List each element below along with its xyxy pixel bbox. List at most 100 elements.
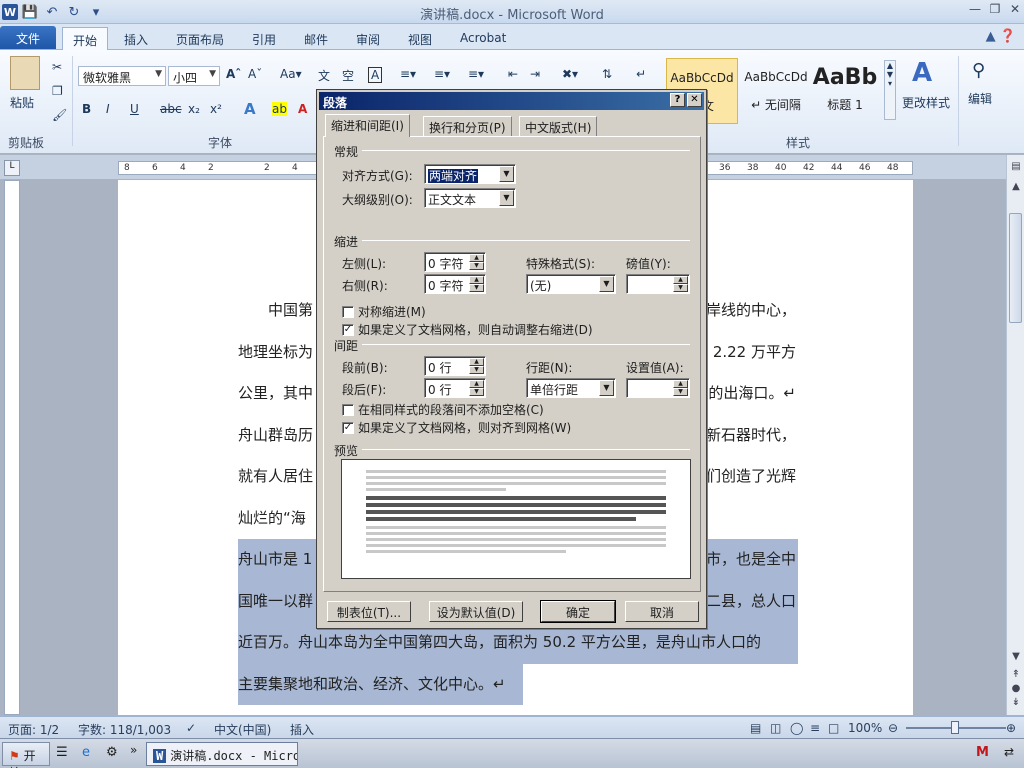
ok-button[interactable]: 确定 bbox=[540, 600, 616, 623]
increase-indent-icon[interactable]: ⇥ bbox=[530, 67, 540, 81]
tab-review[interactable]: 审阅 bbox=[346, 27, 390, 50]
print-layout-icon[interactable]: ▤ bbox=[750, 721, 761, 735]
cancel-button[interactable]: 取消 bbox=[625, 601, 699, 622]
spin-up-icon[interactable]: ▲ bbox=[469, 254, 484, 262]
font-size-combo[interactable]: 小四 ▼ bbox=[168, 66, 220, 86]
restore-icon[interactable]: ❐ bbox=[988, 2, 1002, 18]
text-effects-icon[interactable]: A bbox=[244, 100, 256, 118]
at-spinner[interactable]: ▲ ▼ bbox=[626, 378, 690, 398]
change-styles-icon[interactable]: A bbox=[912, 58, 932, 88]
tab-mailings[interactable]: 邮件 bbox=[294, 27, 338, 50]
italic-icon[interactable]: I bbox=[106, 102, 110, 116]
tab-asian-typography[interactable]: 中文版式(H) bbox=[519, 116, 598, 136]
special-select[interactable]: (无) ▼ bbox=[526, 274, 616, 294]
paste-button[interactable]: 粘贴 bbox=[10, 94, 34, 111]
checkbox-box[interactable]: ✓ bbox=[342, 323, 354, 336]
outline-view-icon[interactable]: ≡ bbox=[810, 721, 820, 735]
underline-icon[interactable]: U bbox=[130, 102, 139, 116]
shrink-font-icon[interactable]: Aˇ bbox=[248, 67, 262, 81]
chevron-down-icon[interactable]: ▼ bbox=[499, 190, 514, 206]
zoom-slider-knob[interactable] bbox=[951, 721, 959, 734]
spin-down-icon[interactable]: ▼ bbox=[469, 262, 484, 270]
tab-references[interactable]: 引用 bbox=[242, 27, 286, 50]
word-count[interactable]: 字数: 118/1,003 bbox=[78, 721, 171, 738]
grow-font-icon[interactable]: Aˆ bbox=[226, 67, 241, 81]
dialog-title-bar[interactable]: 段落 ? ✕ bbox=[319, 92, 704, 110]
change-styles-button[interactable]: 更改样式 bbox=[902, 94, 950, 111]
chevron-down-icon[interactable]: ▼ bbox=[599, 380, 614, 396]
page-count[interactable]: 页面: 1/2 bbox=[8, 721, 59, 738]
tab-insert[interactable]: 插入 bbox=[114, 27, 158, 50]
tab-acrobat[interactable]: Acrobat bbox=[450, 27, 516, 50]
alignment-select[interactable]: 两端对齐 ▼ bbox=[424, 164, 516, 184]
subscript-icon[interactable]: x₂ bbox=[188, 102, 200, 116]
right-indent-spinner[interactable]: 0 字符 ▲ ▼ bbox=[424, 274, 486, 294]
by-spinner[interactable]: ▲ ▼ bbox=[626, 274, 690, 294]
paste-icon[interactable] bbox=[10, 56, 40, 90]
tab-indents-spacing[interactable]: 缩进和间距(I) bbox=[325, 114, 410, 137]
change-case-icon[interactable]: Aa▾ bbox=[280, 67, 302, 81]
styles-scroll-icon[interactable]: ▲ ▼ ▾ bbox=[884, 60, 896, 120]
copy-icon[interactable]: ❐ bbox=[52, 84, 63, 98]
snap-grid-checkbox[interactable]: ✓ 如果定义了文档网格，则对齐到网格(W) bbox=[342, 419, 571, 436]
sort-icon[interactable]: ⇅ bbox=[602, 67, 612, 81]
mirror-indents-checkbox[interactable]: 对称缩进(M) bbox=[342, 303, 426, 320]
spin-up-icon[interactable]: ▲ bbox=[673, 380, 688, 388]
draft-view-icon[interactable]: □ bbox=[828, 721, 839, 735]
spin-down-icon[interactable]: ▼ bbox=[469, 388, 484, 396]
dialog-help-icon[interactable]: ? bbox=[670, 93, 685, 107]
scroll-up-icon[interactable]: ▲ bbox=[1010, 181, 1022, 193]
tray-network-icon[interactable]: ⇄ bbox=[1004, 745, 1014, 759]
spin-down-icon[interactable]: ▼ bbox=[673, 284, 688, 292]
start-button[interactable]: ⚑ 开始 bbox=[2, 742, 50, 768]
tab-home[interactable]: 开始 bbox=[62, 27, 109, 50]
bold-icon[interactable]: B bbox=[82, 102, 91, 116]
spin-up-icon[interactable]: ▲ bbox=[469, 358, 484, 366]
quicklaunch-explorer-icon[interactable]: ☰ bbox=[56, 745, 68, 760]
scroll-down-icon[interactable]: ▼ bbox=[1010, 651, 1022, 663]
zoom-level[interactable]: 100% bbox=[848, 721, 882, 735]
tabs-button[interactable]: 制表位(T)... bbox=[327, 601, 411, 622]
spin-up-icon[interactable]: ▲ bbox=[673, 276, 688, 284]
close-icon[interactable]: ✕ bbox=[1008, 2, 1022, 18]
chevron-down-icon[interactable]: ▼ bbox=[499, 166, 514, 182]
tab-page-layout[interactable]: 页面布局 bbox=[166, 27, 234, 50]
numbering-icon[interactable]: ≡▾ bbox=[434, 67, 450, 81]
dialog-close-icon[interactable]: ✕ bbox=[687, 93, 702, 107]
proofing-icon[interactable]: ✓ bbox=[186, 721, 196, 735]
before-spinner[interactable]: 0 行 ▲ ▼ bbox=[424, 356, 486, 376]
show-marks-icon[interactable]: ↵ bbox=[636, 67, 646, 81]
checkbox-box[interactable] bbox=[342, 403, 354, 416]
insert-mode[interactable]: 插入 bbox=[290, 721, 314, 738]
quicklaunch-app-icon[interactable]: ⚙ bbox=[106, 745, 118, 760]
left-indent-spinner[interactable]: 0 字符 ▲ ▼ bbox=[424, 252, 486, 272]
font-color-icon[interactable]: A bbox=[298, 102, 307, 116]
checkbox-box[interactable] bbox=[342, 305, 354, 318]
quicklaunch-ie-icon[interactable]: e bbox=[82, 745, 90, 760]
strikethrough-icon[interactable]: abc bbox=[160, 102, 182, 116]
web-layout-icon[interactable]: ◯ bbox=[790, 721, 803, 735]
superscript-icon[interactable]: x² bbox=[210, 102, 222, 116]
quicklaunch-more-icon[interactable]: » bbox=[130, 743, 137, 757]
bullets-icon[interactable]: ≡▾ bbox=[400, 67, 416, 81]
phonetic-icon[interactable]: 文 bbox=[318, 67, 330, 84]
help-icon[interactable]: ▲ ❓ bbox=[986, 29, 1016, 44]
cut-icon[interactable]: ✂ bbox=[52, 60, 62, 74]
zoom-out-icon[interactable]: ⊖ bbox=[888, 721, 898, 735]
chevron-down-icon[interactable]: ▼ bbox=[599, 276, 614, 292]
vertical-ruler[interactable] bbox=[4, 180, 20, 715]
asian-layout-icon[interactable]: ✖▾ bbox=[562, 67, 578, 81]
spin-up-icon[interactable]: ▲ bbox=[469, 380, 484, 388]
tab-file[interactable]: 文件 bbox=[0, 26, 56, 49]
style-heading-1[interactable]: AaBb 标题 1 bbox=[812, 58, 878, 124]
spin-up-icon[interactable]: ▲ bbox=[469, 276, 484, 284]
ruler-toggle-icon[interactable]: ▤ bbox=[1010, 161, 1022, 173]
tab-line-page-breaks[interactable]: 换行和分页(P) bbox=[423, 116, 512, 136]
multilevel-list-icon[interactable]: ≡▾ bbox=[468, 67, 484, 81]
language-indicator[interactable]: 中文(中国) bbox=[214, 721, 271, 738]
after-spinner[interactable]: 0 行 ▲ ▼ bbox=[424, 378, 486, 398]
find-icon[interactable]: ⚲ bbox=[972, 60, 985, 81]
checkbox-box[interactable]: ✓ bbox=[342, 421, 354, 434]
line-spacing-select[interactable]: 单倍行距 ▼ bbox=[526, 378, 616, 398]
zoom-in-icon[interactable]: ⊕ bbox=[1006, 721, 1016, 735]
